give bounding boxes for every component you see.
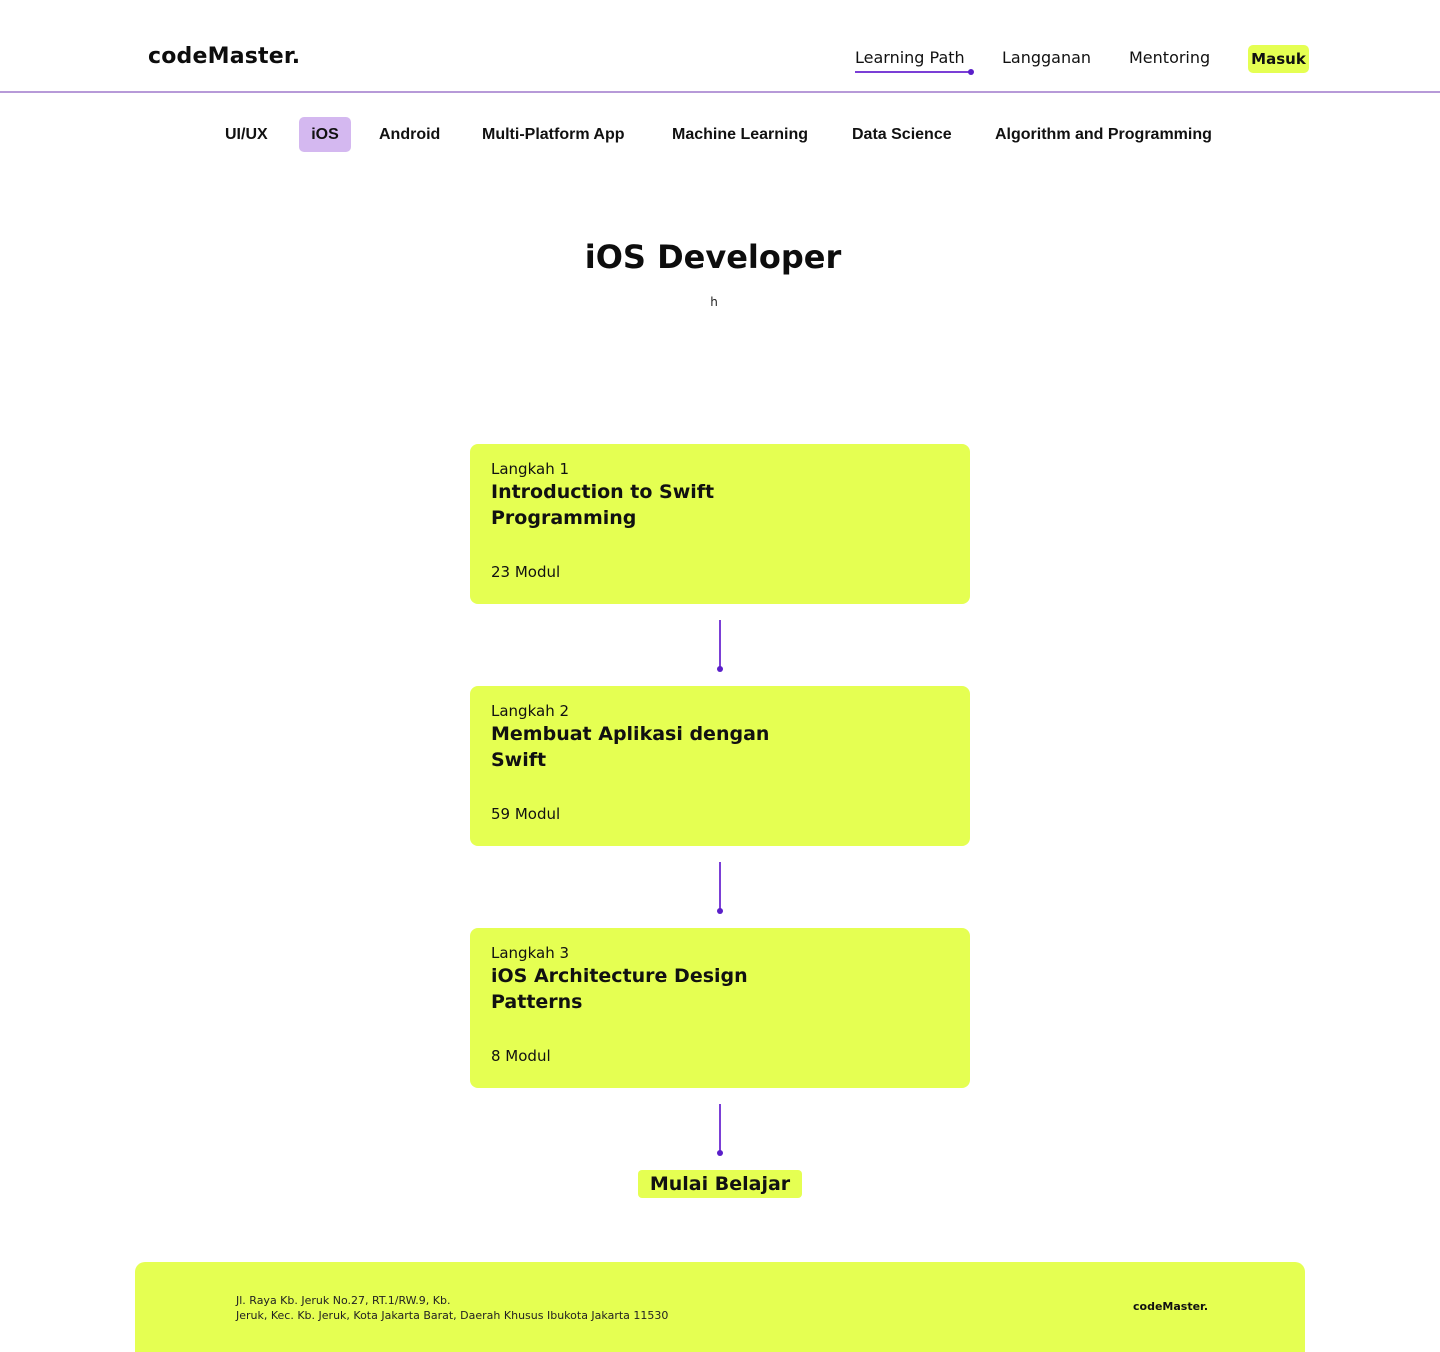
step-connector-line <box>719 862 721 910</box>
nav-mentoring[interactable]: Mentoring <box>1129 48 1210 67</box>
step-connector-line <box>719 620 721 668</box>
footer-address-line-1: Jl. Raya Kb. Jeruk No.27, RT.1/RW.9, Kb. <box>236 1294 451 1307</box>
step-card-1[interactable]: Langkah 1 Introduction to Swift Programm… <box>470 444 970 604</box>
active-nav-dot <box>968 69 974 75</box>
tab-multi-platform-app[interactable]: Multi-Platform App <box>482 117 625 152</box>
start-learning-button[interactable]: Mulai Belajar <box>638 1170 802 1198</box>
footer-address: Jl. Raya Kb. Jeruk No.27, RT.1/RW.9, Kb.… <box>236 1293 668 1323</box>
footer-logo[interactable]: codeMaster. <box>1133 1300 1208 1313</box>
site-logo[interactable]: codeMaster. <box>148 44 300 69</box>
tab-data-science[interactable]: Data Science <box>852 117 952 152</box>
tab-android[interactable]: Android <box>379 117 440 152</box>
top-navbar: codeMaster. Learning Path Langganan Ment… <box>0 0 1440 93</box>
footer: Jl. Raya Kb. Jeruk No.27, RT.1/RW.9, Kb.… <box>135 1262 1305 1352</box>
page-title: iOS Developer <box>584 238 842 276</box>
nav-learning-path[interactable]: Learning Path <box>855 48 965 67</box>
step-connector-dot <box>717 908 723 914</box>
step-title: Membuat Aplikasi dengan Swift <box>491 723 770 771</box>
step-title: Introduction to Swift Programming <box>491 481 715 529</box>
login-button[interactable]: Masuk <box>1248 45 1309 73</box>
step-module-count: 8 Modul <box>491 1047 551 1065</box>
step-connector-dot <box>717 1150 723 1156</box>
footer-address-line-2: Jeruk, Kec. Kb. Jeruk, Kota Jakarta Bara… <box>236 1309 669 1322</box>
step-card-3[interactable]: Langkah 3 iOS Architecture Design Patter… <box>470 928 970 1088</box>
step-card-2[interactable]: Langkah 2 Membuat Aplikasi dengan Swift … <box>470 686 970 846</box>
active-nav-underline <box>855 71 972 73</box>
step-label: Langkah 3 <box>491 944 570 962</box>
tab-ui-ux[interactable]: UI/UX <box>225 117 268 152</box>
step-connector-dot <box>717 666 723 672</box>
tab-algorithm-and-programming[interactable]: Algorithm and Programming <box>995 117 1212 152</box>
page-subtitle: h <box>710 295 718 309</box>
tab-machine-learning[interactable]: Machine Learning <box>672 117 808 152</box>
step-label: Langkah 1 <box>491 460 570 478</box>
step-title: iOS Architecture Design Patterns <box>491 965 748 1013</box>
step-module-count: 23 Modul <box>491 563 561 581</box>
step-module-count: 59 Modul <box>491 805 561 823</box>
step-connector-line <box>719 1104 721 1152</box>
nav-langganan[interactable]: Langganan <box>1002 48 1091 67</box>
step-label: Langkah 2 <box>491 702 570 720</box>
tab-ios[interactable]: iOS <box>299 117 351 152</box>
